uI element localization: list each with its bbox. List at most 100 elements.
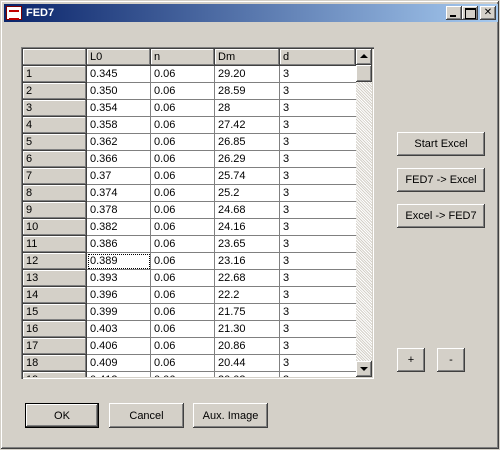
grid-cell[interactable]: 3: [280, 66, 356, 83]
row-header[interactable]: 10: [23, 219, 87, 236]
grid-cell[interactable]: 3: [280, 287, 356, 304]
column-header[interactable]: L0: [87, 49, 151, 66]
title-bar[interactable]: FED7 ✕: [4, 4, 498, 22]
row-header[interactable]: 19: [23, 372, 87, 377]
grid-cell[interactable]: 0.382: [87, 219, 151, 236]
grid-cell[interactable]: 0.396: [87, 287, 151, 304]
grid-cell[interactable]: 0.06: [151, 83, 215, 100]
grid-cell[interactable]: 20.03: [215, 372, 280, 377]
grid-cell[interactable]: 0.06: [151, 270, 215, 287]
column-header[interactable]: d: [280, 49, 356, 66]
grid-cell[interactable]: 3: [280, 253, 356, 270]
grid-cell[interactable]: 25.74: [215, 168, 280, 185]
grid-cell[interactable]: 28.59: [215, 83, 280, 100]
column-header[interactable]: Dm: [215, 49, 280, 66]
grid-cell[interactable]: 0.06: [151, 321, 215, 338]
grid-cell[interactable]: 23.16: [215, 253, 280, 270]
row-header[interactable]: 15: [23, 304, 87, 321]
grid-cell[interactable]: 3: [280, 202, 356, 219]
grid-cell[interactable]: 26.29: [215, 151, 280, 168]
minimize-button[interactable]: [446, 6, 462, 20]
grid-cell[interactable]: 0.374: [87, 185, 151, 202]
grid-cell[interactable]: 0.06: [151, 372, 215, 377]
grid-cell[interactable]: 3: [280, 321, 356, 338]
grid-cell[interactable]: 25.2: [215, 185, 280, 202]
grid-cell[interactable]: 21.30: [215, 321, 280, 338]
grid-cell[interactable]: 0.06: [151, 100, 215, 117]
grid-cell[interactable]: 3: [280, 185, 356, 202]
grid-cell[interactable]: 3: [280, 151, 356, 168]
vertical-scrollbar[interactable]: [356, 49, 372, 377]
excel-to-fed7-button[interactable]: Excel -> FED7: [397, 204, 485, 228]
grid-cell[interactable]: 21.75: [215, 304, 280, 321]
grid-cell[interactable]: 3: [280, 236, 356, 253]
grid-cell[interactable]: 3: [280, 100, 356, 117]
grid-cell[interactable]: 0.399: [87, 304, 151, 321]
grid-cell[interactable]: 20.44: [215, 355, 280, 372]
grid-corner-cell[interactable]: [23, 49, 87, 66]
maximize-button[interactable]: [462, 6, 478, 20]
grid-cell[interactable]: 0.413: [87, 372, 151, 377]
row-header[interactable]: 7: [23, 168, 87, 185]
grid-cell[interactable]: 0.06: [151, 219, 215, 236]
grid-cell[interactable]: 26.85: [215, 134, 280, 151]
grid-cell[interactable]: 0.389: [87, 253, 151, 270]
grid-cell[interactable]: 0.362: [87, 134, 151, 151]
cancel-button[interactable]: Cancel: [109, 403, 184, 428]
grid-cell[interactable]: 0.06: [151, 168, 215, 185]
grid-cell[interactable]: 0.354: [87, 100, 151, 117]
grid-cell[interactable]: 0.350: [87, 83, 151, 100]
app-icon[interactable]: [6, 6, 22, 20]
grid-cell[interactable]: 3: [280, 168, 356, 185]
grid-cell[interactable]: 20.86: [215, 338, 280, 355]
row-header[interactable]: 18: [23, 355, 87, 372]
grid-cell[interactable]: 29.20: [215, 66, 280, 83]
scroll-down-button[interactable]: [356, 361, 372, 377]
grid-cell[interactable]: 27.42: [215, 117, 280, 134]
row-header[interactable]: 3: [23, 100, 87, 117]
row-header[interactable]: 11: [23, 236, 87, 253]
row-header[interactable]: 1: [23, 66, 87, 83]
grid-cell[interactable]: 3: [280, 338, 356, 355]
row-header[interactable]: 4: [23, 117, 87, 134]
grid-cell[interactable]: 23.65: [215, 236, 280, 253]
row-header[interactable]: 5: [23, 134, 87, 151]
grid-cell[interactable]: 3: [280, 134, 356, 151]
grid-cell[interactable]: 0.358: [87, 117, 151, 134]
row-header[interactable]: 13: [23, 270, 87, 287]
row-header[interactable]: 2: [23, 83, 87, 100]
row-header[interactable]: 6: [23, 151, 87, 168]
grid-cell[interactable]: 0.345: [87, 66, 151, 83]
row-header[interactable]: 16: [23, 321, 87, 338]
grid-cell[interactable]: 0.06: [151, 202, 215, 219]
grid-cell[interactable]: 22.2: [215, 287, 280, 304]
row-header[interactable]: 14: [23, 287, 87, 304]
grid-cell[interactable]: 0.378: [87, 202, 151, 219]
grid-cell[interactable]: 3: [280, 219, 356, 236]
add-row-button[interactable]: +: [397, 348, 425, 372]
grid-cell[interactable]: 3: [280, 372, 356, 377]
scroll-up-button[interactable]: [356, 49, 372, 65]
grid-cell[interactable]: 0.06: [151, 66, 215, 83]
grid-cell[interactable]: 3: [280, 355, 356, 372]
data-grid[interactable]: L0 n Dm d 1 0.345 0.06 29.20 3 2 0.350 0.06 28.59 3 3 0…: [21, 47, 374, 379]
ok-button[interactable]: OK: [25, 403, 99, 428]
grid-cell[interactable]: 0.386: [87, 236, 151, 253]
row-header[interactable]: 8: [23, 185, 87, 202]
grid-cell[interactable]: 0.366: [87, 151, 151, 168]
grid-cell[interactable]: 24.16: [215, 219, 280, 236]
grid-cell[interactable]: 3: [280, 83, 356, 100]
start-excel-button[interactable]: Start Excel: [397, 132, 485, 156]
column-header[interactable]: n: [151, 49, 215, 66]
grid-cell[interactable]: 0.06: [151, 253, 215, 270]
close-button[interactable]: ✕: [480, 6, 496, 20]
grid-cell[interactable]: 0.37: [87, 168, 151, 185]
grid-cell[interactable]: 0.06: [151, 134, 215, 151]
grid-cell[interactable]: 22.68: [215, 270, 280, 287]
grid-cell[interactable]: 0.06: [151, 151, 215, 168]
row-header[interactable]: 9: [23, 202, 87, 219]
grid-cell[interactable]: 3: [280, 270, 356, 287]
grid-cell[interactable]: 0.06: [151, 355, 215, 372]
grid-cell[interactable]: 24.68: [215, 202, 280, 219]
grid-cell[interactable]: 28: [215, 100, 280, 117]
